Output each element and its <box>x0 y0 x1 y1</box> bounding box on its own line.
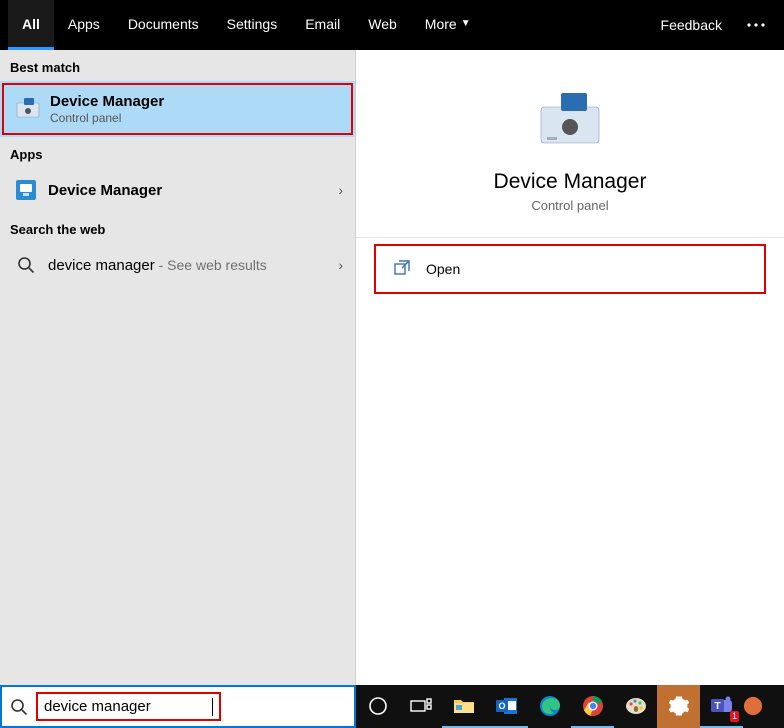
tab-all[interactable]: All <box>8 0 54 50</box>
device-manager-large-icon <box>534 84 606 156</box>
search-icon <box>2 698 36 716</box>
tab-more-label: More <box>425 16 457 32</box>
search-body: Best match Device Manager Control panel … <box>0 50 784 685</box>
chevron-right-icon: › <box>338 182 343 198</box>
search-annotation <box>36 692 221 721</box>
tab-web[interactable]: Web <box>354 0 411 50</box>
paint-button[interactable] <box>614 685 657 728</box>
taskbar: O T 1 <box>0 685 784 728</box>
open-action[interactable]: Open <box>374 244 766 294</box>
device-manager-app-icon <box>12 176 40 204</box>
search-icon <box>12 251 40 279</box>
detail-title: Device Manager <box>494 170 647 194</box>
feedback-button[interactable]: Feedback <box>647 0 736 50</box>
taskbar-apps: O T 1 <box>356 685 784 728</box>
tab-more[interactable]: More ▼ <box>411 0 485 50</box>
svg-text:T: T <box>714 701 720 712</box>
file-explorer-button[interactable] <box>442 685 485 728</box>
edge-button[interactable] <box>528 685 571 728</box>
chevron-right-icon: › <box>338 257 343 273</box>
detail-subtitle: Control panel <box>531 198 608 213</box>
teams-badge: 1 <box>730 711 739 722</box>
outlook-button[interactable]: O <box>485 685 528 728</box>
ellipsis-icon <box>747 23 765 27</box>
section-apps: Apps <box>0 137 355 168</box>
task-view-button[interactable] <box>399 685 442 728</box>
tab-apps[interactable]: Apps <box>54 0 114 50</box>
tab-settings[interactable]: Settings <box>213 0 292 50</box>
result-best-device-manager[interactable]: Device Manager Control panel <box>0 81 355 137</box>
result-title: Device Manager <box>50 93 343 110</box>
section-best-match: Best match <box>0 50 355 81</box>
cortana-button[interactable] <box>356 685 399 728</box>
chevron-down-icon: ▼ <box>461 18 471 29</box>
result-title: Device Manager <box>48 182 338 199</box>
result-subtitle: Control panel <box>50 111 343 125</box>
result-app-device-manager[interactable]: Device Manager › <box>0 168 355 212</box>
tab-documents[interactable]: Documents <box>114 0 213 50</box>
open-label: Open <box>426 261 460 277</box>
teams-button[interactable]: T 1 <box>700 685 743 728</box>
open-icon <box>394 260 412 278</box>
details-column: Device Manager Control panel Open <box>356 50 784 685</box>
tab-email[interactable]: Email <box>291 0 354 50</box>
taskbar-search[interactable] <box>0 685 356 728</box>
result-title: device manager - See web results <box>48 257 338 274</box>
result-text: device manager - See web results <box>48 257 338 274</box>
section-search-web: Search the web <box>0 212 355 243</box>
text-caret <box>212 698 213 716</box>
settings-button[interactable] <box>657 685 700 728</box>
result-web-device-manager[interactable]: device manager - See web results › <box>0 243 355 287</box>
svg-text:O: O <box>498 701 505 711</box>
chrome-button[interactable] <box>571 685 614 728</box>
device-manager-icon <box>14 95 42 123</box>
overflow-button[interactable] <box>736 0 776 50</box>
result-text: Device Manager <box>48 182 338 199</box>
taskbar-app-generic[interactable] <box>743 685 763 728</box>
detail-header: Device Manager Control panel <box>356 50 784 238</box>
result-text: Device Manager Control panel <box>50 93 343 125</box>
search-input[interactable] <box>44 698 214 715</box>
results-column: Best match Device Manager Control panel … <box>0 50 356 685</box>
search-filter-tabs: All Apps Documents Settings Email Web Mo… <box>0 0 784 50</box>
